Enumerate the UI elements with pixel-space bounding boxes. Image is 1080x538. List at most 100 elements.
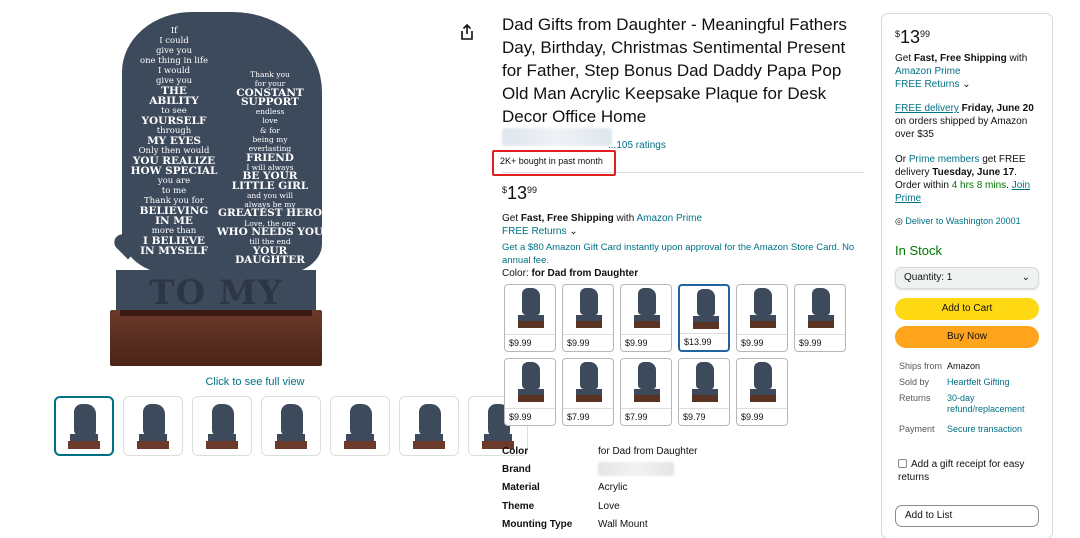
free-returns-link[interactable]: FREE Returns ⌄ [502,226,578,237]
thumbnail[interactable] [192,396,252,456]
plaque-text-line: Thank you [250,70,290,79]
add-to-list-button[interactable]: Add to List [895,505,1039,527]
variant-option[interactable]: $9.99 [504,358,556,426]
shipping-prefix: Get [502,213,521,224]
redacted-brand-link[interactable] [502,128,612,146]
prime-link[interactable]: Amazon Prime [637,213,703,224]
plaque-text-line: SUPPORT [240,95,300,108]
detail-key: Theme [502,500,535,512]
free-delivery-link[interactable]: FREE delivery [895,103,959,114]
plaque-text-line: and you will [246,190,294,200]
chevron-down-icon: ⌄ [569,226,578,237]
plaque-text-line: give you [155,46,193,56]
detail-row: Brand [502,460,698,478]
plaque-text-line: FRIEND [246,151,294,164]
variant-option[interactable]: $9.99 [504,284,556,352]
share-icon[interactable] [460,24,474,40]
buybox-price-whole: 13 [900,27,921,47]
plaque-text-line: If [170,26,178,36]
color-value: for Dad from Daughter [531,268,639,279]
variant-price: $9.99 [505,408,555,425]
quantity-select[interactable]: Quantity: 1 ⌄ [895,267,1039,289]
gift-receipt-label: Add a gift receipt for easy returns [898,459,1025,483]
variant-image [745,288,781,334]
gift-card-offer[interactable]: Get a $80 Amazon Gift Card instantly upo… [502,241,862,267]
thumbnail-image [275,402,307,450]
full-view-link[interactable]: Click to see full view [195,376,315,388]
variant-image [745,362,781,408]
bb-prime-link[interactable]: Amazon Prime [895,66,961,77]
variant-option[interactable]: $9.99 [736,358,788,426]
plaque-silhouette: If I could give you one thing in life I woul… [122,12,322,274]
quantity-label: Quantity: 1 [904,272,953,283]
chevron-down-icon: ⌄ [962,79,971,90]
variant-price: $7.99 [563,408,613,425]
thumbnail[interactable] [54,396,114,456]
detail-row: Theme Love [502,497,698,515]
variant-image [629,288,665,334]
bb-free-returns-link[interactable]: FREE Returns [895,79,959,90]
product-details: Color for Dad from Daughter Brand Material A… [502,442,698,533]
detail-value: Wall Mount [598,518,648,530]
thumbnail[interactable] [261,396,321,456]
detail-row: Mounting Type Wall Mount [502,515,698,533]
thumbnail-image [206,402,238,450]
prime-members-link[interactable]: Prime members [909,154,980,165]
detail-row: Color for Dad from Daughter [502,442,698,460]
variant-image [513,288,549,334]
plaque-text-line: love [262,116,278,126]
plaque-text-line: being my [252,135,288,145]
wood-slot [120,310,312,316]
sold-by-key: Sold by [899,377,930,387]
variant-grid: $9.99 $9.99 $9.99 $13.99 $9.99 $9.99 $9.99 $7.9… [504,284,854,426]
thumbnail-strip [54,396,528,456]
free-delivery-date: Friday, June 20 [958,103,1034,114]
free-delivery-rest: on orders shipped by Amazon over $35 [895,116,1028,140]
variant-option[interactable]: $7.99 [562,358,614,426]
variant-price: $9.99 [563,334,613,351]
variant-image [803,288,839,334]
buybox-shipping: Get Fast, Free Shipping with Amazon Prim… [895,52,1045,91]
buybox-price-symbol: $ [895,29,901,39]
deliver-to-link[interactable]: ◎ Deliver to Washington 20001 [895,216,1021,227]
main-product-image[interactable]: If I could give you one thing in life I woul… [100,12,330,370]
countdown: 4 hrs 8 mins [951,180,1007,191]
free-delivery-info: FREE delivery Friday, June 20 on orders … [895,102,1045,141]
variant-option[interactable]: $9.79 [678,358,730,426]
detail-key: Material [502,482,540,494]
ships-from-value: Amazon [947,361,981,371]
price: $1399 [502,183,537,204]
variant-option[interactable]: $13.99 [678,284,730,352]
variant-option[interactable]: $9.99 [736,284,788,352]
in-stock-status: In Stock [895,243,942,258]
color-label: Color: for Dad from Daughter [502,268,638,279]
product-title: Dad Gifts from Daughter - Meaningful Fat… [502,15,847,126]
variant-option[interactable]: $9.99 [794,284,846,352]
plaque-text-line: & for [260,125,280,135]
thumbnail[interactable] [399,396,459,456]
sold-by-link[interactable]: Heartfelt Gifting [947,377,1010,388]
or-text: Or [895,154,909,165]
payment-link[interactable]: Secure transaction [947,424,1022,435]
thumbnail-image [68,402,100,450]
checkbox-icon[interactable] [898,459,907,468]
returns-link[interactable]: 30-day refund/replacement [947,393,1031,415]
variant-price: $9.99 [621,334,671,351]
detail-key: Color [502,445,529,457]
returns-key: Returns [899,393,931,403]
free-returns-label: FREE Returns [502,226,567,237]
ratings-link[interactable]: ...105 ratings [608,140,666,151]
wood-base [110,310,322,366]
variant-option[interactable]: $9.99 [562,284,614,352]
variant-option[interactable]: $9.99 [620,284,672,352]
buy-now-button[interactable]: Buy Now [895,326,1039,348]
detail-key: Mounting Type [502,518,573,530]
detail-value: for Dad from Daughter [598,445,698,457]
thumbnail[interactable] [123,396,183,456]
add-to-cart-button[interactable]: Add to Cart [895,298,1039,320]
payment-key: Payment [899,424,935,434]
variant-option[interactable]: $7.99 [620,358,672,426]
thumbnail[interactable] [330,396,390,456]
shipping-info: Get Fast, Free Shipping with Amazon Prim… [502,212,702,225]
gift-receipt-checkbox[interactable]: Add a gift receipt for easy returns [898,458,1038,484]
